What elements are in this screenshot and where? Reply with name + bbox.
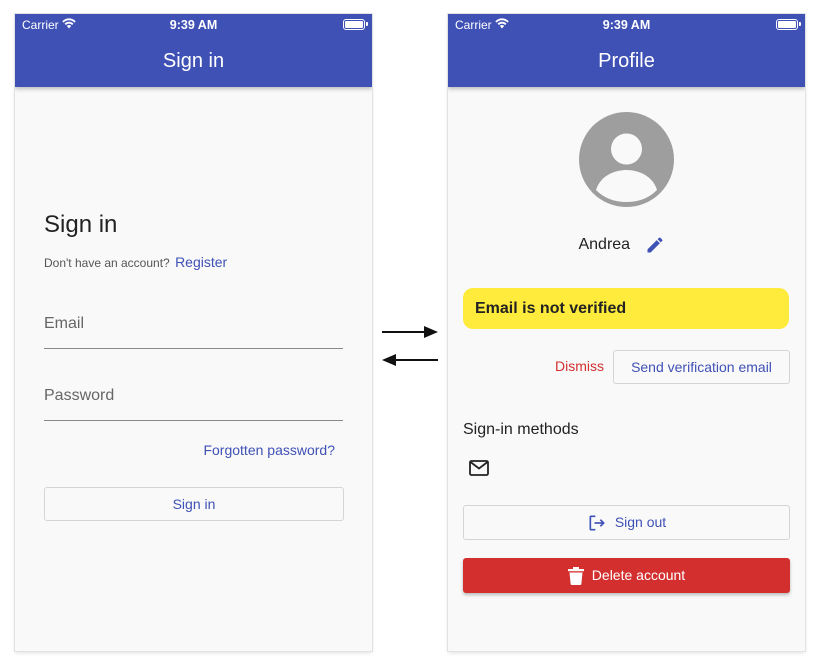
signout-button[interactable]: Sign out: [463, 505, 790, 540]
email-field[interactable]: [44, 300, 343, 349]
status-bar: Carrier 9:39 AM: [15, 14, 372, 36]
email-input[interactable]: [44, 300, 343, 348]
battery-tip: [799, 22, 801, 26]
pencil-icon[interactable]: [645, 235, 665, 255]
password-field[interactable]: [44, 372, 343, 421]
trash-icon: [567, 566, 584, 585]
delete-account-button[interactable]: Delete account: [463, 558, 790, 593]
account-circle-icon: [579, 112, 674, 207]
arrow-right-icon: [382, 326, 438, 338]
mail-icon: [469, 460, 489, 476]
display-name: Andrea: [578, 236, 631, 254]
verification-banner: Email is not verified: [463, 288, 789, 329]
delete-label: Delete account: [591, 567, 686, 583]
signout-label: Sign out: [614, 514, 667, 530]
dismiss-button[interactable]: Dismiss: [555, 358, 604, 374]
status-bar: Carrier 9:39 AM: [448, 14, 805, 36]
signin-screen: Carrier 9:39 AM Sign in Sign in Don't ha…: [15, 14, 372, 651]
profile-screen: Carrier 9:39 AM Profile Andrea Email is …: [448, 14, 805, 651]
send-verification-button[interactable]: Send verification email: [613, 350, 790, 384]
app-bar-title: Profile: [598, 50, 655, 72]
signin-button[interactable]: Sign in: [44, 487, 344, 521]
logout-icon: [589, 515, 605, 530]
battery-icon: [343, 19, 365, 30]
display-name-row: Andrea: [448, 235, 805, 255]
password-input[interactable]: [44, 372, 343, 420]
no-account-text: Don't have an account?: [44, 256, 170, 270]
register-link[interactable]: Register: [175, 254, 227, 270]
register-row: Don't have an account? Register: [44, 254, 227, 270]
signin-methods-title: Sign-in methods: [463, 421, 579, 438]
battery-tip: [366, 22, 368, 26]
battery-icon: [776, 19, 798, 30]
app-bar: Carrier 9:39 AM Sign in: [15, 14, 372, 87]
arrow-left-icon: [382, 354, 438, 366]
app-bar: Carrier 9:39 AM Profile: [448, 14, 805, 87]
status-time: 9:39 AM: [169, 18, 218, 32]
forgot-password-link[interactable]: Forgotten password?: [203, 442, 335, 458]
page-title: Sign in: [44, 211, 118, 238]
app-bar-title: Sign in: [162, 50, 225, 72]
status-time: 9:39 AM: [602, 18, 651, 32]
